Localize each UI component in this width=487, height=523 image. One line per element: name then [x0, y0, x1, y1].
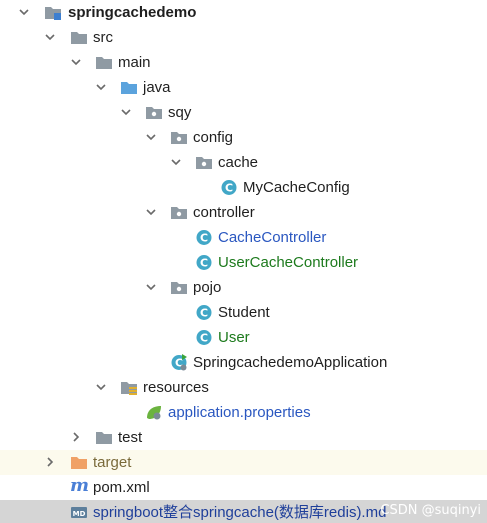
resources-folder-icon	[121, 382, 137, 395]
tree-row-application-properties[interactable]: application.properties	[0, 400, 487, 425]
spring-properties-icon	[147, 406, 161, 420]
chevron-down-icon[interactable]	[95, 381, 107, 393]
watermark: CSDN @suqinyi	[380, 503, 481, 518]
file-label-readme: springboot整合springcache(数据库redis).md	[93, 504, 387, 521]
class-label-student: Student	[218, 304, 270, 321]
tree-row-pojo[interactable]: pojo	[0, 275, 487, 300]
project-name: springcachedemo	[68, 4, 197, 21]
class-icon: C	[196, 305, 212, 320]
chevron-down-icon[interactable]	[95, 81, 107, 93]
file-label-application-properties: application.properties	[168, 404, 311, 421]
class-icon: C	[196, 230, 212, 245]
tree-row-cachecontroller[interactable]: C CacheController	[0, 225, 487, 250]
chevron-down-icon[interactable]	[120, 106, 132, 118]
class-label-application: SpringcachedemoApplication	[193, 354, 388, 371]
tree-row-main[interactable]: main	[0, 50, 487, 75]
tree-row-cache[interactable]: cache	[0, 150, 487, 175]
tree-row-pom[interactable]: m pom.xml	[0, 475, 487, 500]
folder-label-java: java	[143, 79, 171, 96]
package-icon	[146, 107, 162, 119]
package-label-sqy: sqy	[168, 104, 192, 121]
class-label-usercachecontroller: UserCacheController	[218, 254, 359, 271]
svg-text:C: C	[200, 232, 208, 245]
tree-row-student[interactable]: C Student	[0, 300, 487, 325]
chevron-right-icon[interactable]	[44, 456, 56, 468]
folder-label-resources: resources	[143, 379, 209, 396]
folder-label-target: target	[93, 454, 132, 471]
package-icon	[171, 132, 187, 144]
maven-icon: m	[70, 475, 90, 496]
package-icon	[171, 207, 187, 219]
tree-row-usercachecontroller[interactable]: C UserCacheController	[0, 250, 487, 275]
chevron-down-icon[interactable]	[145, 281, 157, 293]
chevron-down-icon[interactable]	[170, 156, 182, 168]
source-folder-icon	[121, 82, 137, 94]
tree-row-application-class[interactable]: C SpringcachedemoApplication	[0, 350, 487, 375]
folder-label-src: src	[93, 29, 113, 46]
folder-label-test: test	[118, 429, 143, 446]
class-icon: C	[221, 180, 237, 195]
svg-text:C: C	[200, 332, 208, 345]
tree-row-readme[interactable]: MD springboot整合springcache(数据库redis).md …	[0, 500, 487, 523]
class-label-user: User	[218, 329, 250, 346]
svg-text:C: C	[225, 182, 233, 195]
package-label-config: config	[193, 129, 234, 146]
class-label-mycacheconfig: MyCacheConfig	[243, 179, 350, 196]
tree-row-controller[interactable]: controller	[0, 200, 487, 225]
tree-row-config[interactable]: config	[0, 125, 487, 150]
package-label-pojo: pojo	[193, 279, 222, 296]
class-label-cachecontroller: CacheController	[218, 229, 327, 246]
svg-text:MD: MD	[73, 510, 86, 518]
markdown-file-icon: MD	[71, 507, 87, 518]
tree-row-package-sqy[interactable]: sqy	[0, 100, 487, 125]
chevron-down-icon[interactable]	[70, 56, 82, 68]
excluded-folder-icon	[71, 457, 87, 469]
svg-text:C: C	[200, 307, 208, 320]
tree-row-mycacheconfig[interactable]: C MyCacheConfig	[0, 175, 487, 200]
svg-text:C: C	[200, 257, 208, 270]
package-icon	[171, 282, 187, 294]
tree-row-resources[interactable]: resources	[0, 375, 487, 400]
tree-row-user[interactable]: C User	[0, 325, 487, 350]
tree-row-src[interactable]: src	[0, 25, 487, 50]
tree-row-target[interactable]: target	[0, 450, 487, 475]
chevron-right-icon[interactable]	[70, 431, 82, 443]
chevron-down-icon[interactable]	[145, 206, 157, 218]
spring-boot-class-icon: C	[171, 354, 187, 371]
chevron-down-icon[interactable]	[44, 31, 56, 43]
tree-row-test[interactable]: test	[0, 425, 487, 450]
folder-icon	[96, 432, 112, 444]
package-label-cache: cache	[218, 154, 259, 171]
class-icon: C	[196, 255, 212, 270]
tree-row-project[interactable]: springcachedemo	[0, 0, 487, 25]
folder-label-main: main	[118, 54, 151, 71]
package-icon	[196, 157, 212, 169]
folder-icon	[71, 32, 87, 44]
class-icon: C	[196, 330, 212, 345]
tree-row-java[interactable]: java	[0, 75, 487, 100]
module-folder-icon	[45, 7, 61, 20]
chevron-down-icon[interactable]	[18, 6, 30, 18]
file-label-pom: pom.xml	[93, 479, 150, 496]
package-label-controller: controller	[193, 204, 255, 221]
folder-icon	[96, 57, 112, 69]
chevron-down-icon[interactable]	[145, 131, 157, 143]
